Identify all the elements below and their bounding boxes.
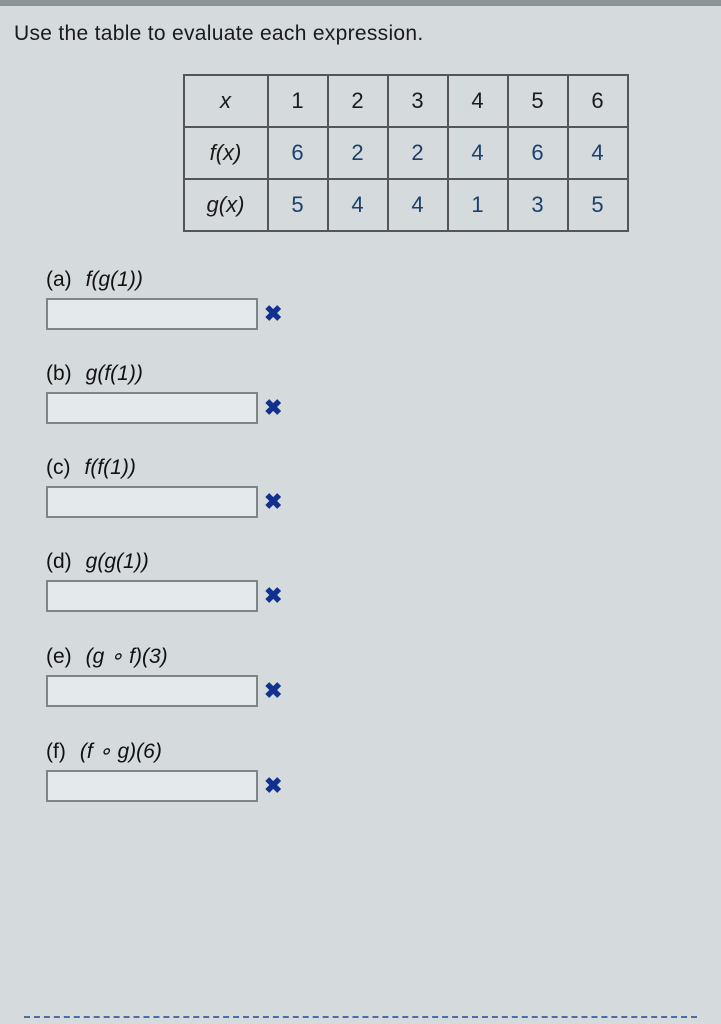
f-6: 4: [568, 127, 628, 179]
question-c: (c) f(f(1)) ✖: [46, 456, 707, 518]
g-6: 5: [568, 179, 628, 231]
header-c6: 6: [568, 75, 628, 127]
question-label: (f) (f ∘ g)(6): [46, 739, 707, 764]
g-1: 5: [268, 179, 328, 231]
question-e: (e) (g ∘ f)(3) ✖: [46, 644, 707, 707]
question-expr: f(g(1)): [86, 268, 143, 291]
question-expr: g(f(1)): [86, 362, 143, 385]
question-expr: (f ∘ g)(6): [80, 740, 162, 763]
wrong-icon: ✖: [264, 303, 282, 325]
answer-input-c[interactable]: [46, 486, 258, 518]
question-tag: (a): [46, 268, 72, 291]
question-tag: (e): [46, 645, 72, 668]
wrong-icon: ✖: [264, 397, 282, 419]
answer-input-d[interactable]: [46, 580, 258, 612]
header-x: x: [184, 75, 268, 127]
g-4: 1: [448, 179, 508, 231]
header-c3: 3: [388, 75, 448, 127]
header-c2: 2: [328, 75, 388, 127]
table-row: f(x) 6 2 2 4 6 4: [184, 127, 628, 179]
question-label: (d) g(g(1)): [46, 550, 707, 574]
function-table-wrap: x 1 2 3 4 5 6 f(x) 6 2 2 4 6 4: [104, 74, 707, 232]
table-row: g(x) 5 4 4 1 3 5: [184, 179, 628, 231]
answer-input-e[interactable]: [46, 675, 258, 707]
question-b: (b) g(f(1)) ✖: [46, 362, 707, 424]
question-a: (a) f(g(1)) ✖: [46, 268, 707, 330]
questions-list: (a) f(g(1)) ✖ (b) g(f(1)) ✖ (c) f(f(1)): [46, 268, 707, 802]
question-tag: (d): [46, 550, 72, 573]
f-3: 2: [388, 127, 448, 179]
g-2: 4: [328, 179, 388, 231]
question-tag: (f): [46, 740, 66, 763]
header-c4: 4: [448, 75, 508, 127]
question-f: (f) (f ∘ g)(6) ✖: [46, 739, 707, 802]
divider: [24, 1016, 697, 1018]
answer-input-f[interactable]: [46, 770, 258, 802]
wrong-icon: ✖: [264, 680, 282, 702]
answer-input-a[interactable]: [46, 298, 258, 330]
question-d: (d) g(g(1)) ✖: [46, 550, 707, 612]
question-expr: f(f(1)): [85, 456, 136, 479]
wrong-icon: ✖: [264, 491, 282, 513]
wrong-icon: ✖: [264, 585, 282, 607]
question-label: (b) g(f(1)): [46, 362, 707, 386]
wrong-icon: ✖: [264, 775, 282, 797]
question-expr: (g ∘ f)(3): [86, 645, 168, 668]
row-label-f: f(x): [184, 127, 268, 179]
table-header-row: x 1 2 3 4 5 6: [184, 75, 628, 127]
function-table: x 1 2 3 4 5 6 f(x) 6 2 2 4 6 4: [183, 74, 629, 232]
header-c5: 5: [508, 75, 568, 127]
g-3: 4: [388, 179, 448, 231]
header-c1: 1: [268, 75, 328, 127]
f-1: 6: [268, 127, 328, 179]
question-label: (c) f(f(1)): [46, 456, 707, 480]
row-label-g: g(x): [184, 179, 268, 231]
f-2: 2: [328, 127, 388, 179]
question-expr: g(g(1)): [86, 550, 149, 573]
question-label: (e) (g ∘ f)(3): [46, 644, 707, 669]
f-5: 6: [508, 127, 568, 179]
answer-input-b[interactable]: [46, 392, 258, 424]
f-4: 4: [448, 127, 508, 179]
g-5: 3: [508, 179, 568, 231]
instruction-text: Use the table to evaluate each expressio…: [14, 22, 707, 46]
question-tag: (c): [46, 456, 71, 479]
question-tag: (b): [46, 362, 72, 385]
question-label: (a) f(g(1)): [46, 268, 707, 292]
